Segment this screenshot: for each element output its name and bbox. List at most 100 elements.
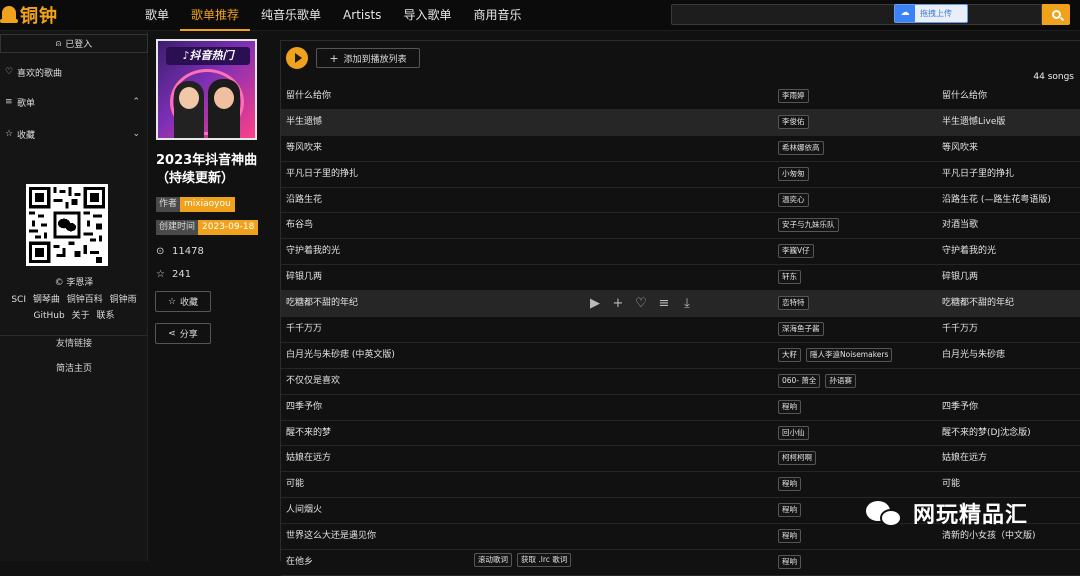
table-row[interactable]: 平凡日子里的挣扎 小匆匆 平凡日子里的挣扎 xyxy=(281,162,1080,188)
table-row[interactable]: 在他乡 滚动歌词 获取 .lrc 歌词 程响 xyxy=(281,550,1080,576)
table-row[interactable]: 姑娘在远方 柯柯柯啊 姑娘在远方 xyxy=(281,446,1080,473)
table-row[interactable]: 醒不来的梦 回小仙 醒不来的梦(DJ沈念版) xyxy=(281,421,1080,447)
table-row[interactable]: 白月光与朱砂痣 (中英文版) 大籽 隱人李遠Noisemakers 白月光与朱砂痣 xyxy=(281,343,1080,369)
download-icon[interactable]: ⤓ xyxy=(678,295,696,313)
link-contact[interactable]: 联系 xyxy=(96,311,114,321)
song-title[interactable]: 半生遗憾 xyxy=(286,110,322,135)
song-album[interactable]: 留什么给你 xyxy=(942,84,987,109)
song-title[interactable]: 人间烟火 xyxy=(286,498,322,523)
song-title[interactable]: 可能 xyxy=(286,472,304,497)
artist-tag[interactable]: 小匆匆 xyxy=(778,166,809,181)
artist-tag[interactable]: 程响 xyxy=(778,555,801,570)
artist-tag[interactable]: 李雨婷 xyxy=(778,89,809,103)
login-button[interactable]: ⍝ 已登入 xyxy=(0,34,148,53)
nav-item-playlists[interactable]: 歌单 xyxy=(134,0,180,31)
nav-item-artists[interactable]: Artists xyxy=(332,0,392,31)
song-title[interactable]: 沿路生花 xyxy=(286,188,322,213)
artist-tag[interactable]: 轩东 xyxy=(778,270,801,285)
song-album[interactable]: 平凡日子里的挣扎 xyxy=(942,162,1014,187)
add-to-queue-icon[interactable]: ≡ xyxy=(655,295,673,313)
song-album[interactable]: 沿路生花 (—路生花粤语版) xyxy=(942,188,1051,213)
table-row[interactable]: 守护着我的光 李巍V仔 守护着我的光 xyxy=(281,239,1080,266)
artist-tag[interactable]: 孙语赛 xyxy=(825,373,856,388)
table-row[interactable]: 半生遗憾 李俊佑 半生遗憾Live版 xyxy=(281,109,1080,136)
artist-tag[interactable]: 大籽 xyxy=(778,347,801,362)
artist-tag[interactable]: 希林娜依高 xyxy=(778,140,824,155)
sidebar-item-favorites[interactable]: ☆ 收藏 ⌄ xyxy=(5,125,140,143)
song-title[interactable]: 千千万万 xyxy=(286,317,322,342)
song-title[interactable]: 姑娘在远方 xyxy=(286,446,331,471)
song-album[interactable]: 可能 xyxy=(942,472,960,497)
get-lrc-button[interactable]: 获取 .lrc 歌词 xyxy=(517,553,572,568)
song-title[interactable]: 醒不来的梦 xyxy=(286,421,331,446)
song-album[interactable]: 四季予你 xyxy=(942,395,978,420)
logo[interactable]: 铜钟 xyxy=(0,2,58,28)
song-title[interactable]: 碎银几两 xyxy=(286,265,322,290)
nav-item-recommended[interactable]: 歌单推荐 xyxy=(180,0,251,31)
artist-tag[interactable]: 恋特特 xyxy=(778,296,809,311)
sidebar-item-playlists[interactable]: ≡ 歌单 ⌃ xyxy=(5,93,140,111)
play-all-button[interactable] xyxy=(286,47,308,69)
song-title[interactable]: 等风吹来 xyxy=(286,136,322,161)
song-title[interactable]: 留什么给你 xyxy=(286,84,331,109)
link-wiki[interactable]: 铜钟百科 xyxy=(67,295,103,305)
song-album[interactable]: 半生遗憾Live版 xyxy=(942,110,1005,135)
song-album[interactable]: 守护着我的光 xyxy=(942,239,996,264)
search-button[interactable] xyxy=(1042,4,1070,25)
artist-tag[interactable]: 060- 萧全 xyxy=(778,373,821,388)
artist-tag[interactable]: 程响 xyxy=(778,477,801,492)
add-to-playlist-button[interactable]: + 添加到播放列表 xyxy=(316,48,420,68)
collect-button[interactable]: ☆ 收藏 xyxy=(155,291,211,312)
artist-tag[interactable]: 程响 xyxy=(778,503,801,518)
nav-item-instrumental[interactable]: 纯音乐歌单 xyxy=(250,0,332,31)
sidebar-item-liked[interactable]: ♡ 喜欢的歌曲 xyxy=(5,63,140,81)
song-album[interactable]: 碎银几两 xyxy=(942,265,978,290)
song-album[interactable]: 吃糖都不甜的年纪 xyxy=(942,291,1014,316)
artist-tag[interactable]: 隱人李遠Noisemakers xyxy=(806,347,893,362)
link-piano[interactable]: 钢琴曲 xyxy=(33,295,60,305)
artist-tag[interactable]: 安子与九妹乐队 xyxy=(778,218,839,233)
song-title[interactable]: 世界这么大还是遇见你 xyxy=(286,524,376,549)
table-row[interactable]: 四季予你 程响 四季予你 xyxy=(281,395,1080,421)
table-row[interactable]: 可能 程响 可能 xyxy=(281,472,1080,499)
share-button[interactable]: ⋖ 分享 xyxy=(155,323,211,344)
song-album[interactable]: 醒不来的梦(DJ沈念版) xyxy=(942,421,1031,446)
scroll-lyrics-button[interactable]: 滚动歌词 xyxy=(474,553,512,568)
song-title[interactable]: 白月光与朱砂痣 (中英文版) xyxy=(286,343,395,368)
table-row[interactable]: 碎银几两 轩东 碎银几两 xyxy=(281,265,1080,292)
song-title[interactable]: 不仅仅是喜欢 xyxy=(286,369,340,394)
song-title[interactable]: 布谷鸟 xyxy=(286,213,313,238)
artist-tag[interactable]: 李俊佑 xyxy=(778,114,809,129)
song-title[interactable]: 四季予你 xyxy=(286,395,322,420)
song-title[interactable]: 吃糖都不甜的年纪 xyxy=(286,291,358,316)
table-row[interactable]: 千千万万 深海鱼子酱 千千万万 xyxy=(281,317,1080,343)
table-row[interactable]: 留什么给你 李雨婷 留什么给你 xyxy=(281,84,1080,110)
heart-icon[interactable]: ♡ xyxy=(632,295,650,313)
table-row[interactable]: 布谷鸟 安子与九妹乐队 对酒当歌 xyxy=(281,213,1080,240)
link-homepage[interactable]: 简洁主页 xyxy=(0,361,148,374)
song-album[interactable]: 白月光与朱砂痣 xyxy=(942,343,1005,368)
upload-button[interactable]: ☁ 拖拽上传 xyxy=(894,4,968,23)
artist-tag[interactable]: 回小仙 xyxy=(778,425,809,440)
link-github[interactable]: GitHub xyxy=(34,311,65,321)
table-row[interactable]: 不仅仅是喜欢 060- 萧全 孙语赛 xyxy=(281,369,1080,395)
play-icon[interactable]: ▶ xyxy=(586,295,604,313)
table-row[interactable]: 沿路生花 温奕心 沿路生花 (—路生花粤语版) xyxy=(281,188,1080,214)
search-input[interactable] xyxy=(671,4,1042,25)
table-row[interactable]: 等风吹来 希林娜依高 等风吹来 xyxy=(281,136,1080,162)
table-row[interactable]: 吃糖都不甜的年纪 ▶ + ♡ ≡ ⤓ 恋特特 吃糖都不甜的年纪 xyxy=(281,291,1080,318)
artist-tag[interactable]: 柯柯柯啊 xyxy=(778,451,816,466)
nav-item-import[interactable]: 导入歌单 xyxy=(392,0,462,31)
song-album[interactable]: 等风吹来 xyxy=(942,136,978,161)
artist-tag[interactable]: 李巍V仔 xyxy=(778,244,814,259)
nav-item-commercial[interactable]: 商用音乐 xyxy=(462,0,532,31)
plus-icon[interactable]: + xyxy=(609,295,627,313)
link-rain[interactable]: 铜钟雨 xyxy=(110,295,137,305)
song-album[interactable]: 千千万万 xyxy=(942,317,978,342)
author-name[interactable]: mixiaoyou xyxy=(180,197,235,212)
song-title[interactable]: 在他乡 xyxy=(286,550,313,575)
artist-tag[interactable]: 程响 xyxy=(778,399,801,414)
link-sci[interactable]: SCI xyxy=(11,295,26,305)
song-album[interactable]: 姑娘在远方 xyxy=(942,446,987,471)
artist-tag[interactable]: 程响 xyxy=(778,529,801,544)
